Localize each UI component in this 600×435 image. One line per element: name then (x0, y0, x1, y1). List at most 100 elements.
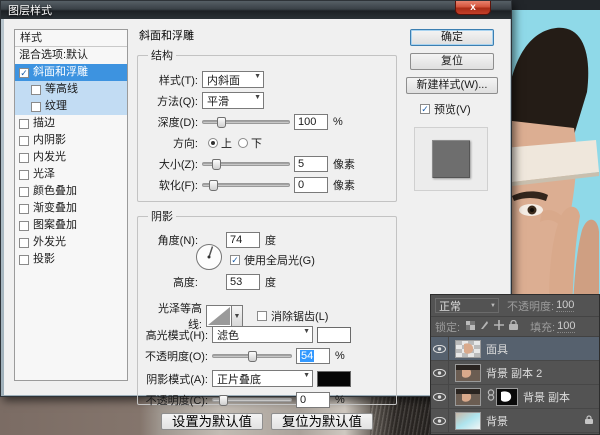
sidebar-item-pattern-overlay[interactable]: 图案叠加 (15, 217, 127, 234)
lock-position-icon[interactable] (494, 320, 504, 333)
angle-label: 角度(N): (144, 232, 202, 248)
size-slider-thumb[interactable] (212, 159, 221, 170)
pane-title: 斜面和浮雕 (139, 27, 397, 43)
checkbox-icon[interactable] (19, 136, 29, 146)
reset-button[interactable]: 复位 (410, 53, 494, 70)
sidebar-item-stroke[interactable]: 描边 (15, 115, 127, 132)
checkbox-icon[interactable] (19, 170, 29, 180)
screen: 图层样式 x 样式 混合选项:默认 ✓斜面和浮雕 等高线 纹理 描边 内阴影 内… (0, 0, 600, 435)
direction-up-radio[interactable] (208, 138, 218, 148)
sidebar-item-gradient-overlay[interactable]: 渐变叠加 (15, 200, 127, 217)
fill-value[interactable]: 100 (557, 320, 575, 333)
layer-name[interactable]: 面具 (486, 341, 508, 357)
layer-row-background[interactable]: 背景 (431, 409, 599, 433)
visibility-eye-icon[interactable] (431, 361, 449, 385)
shadow-opacity-slider[interactable] (212, 394, 292, 406)
set-default-button[interactable]: 设置为默认值 (161, 413, 263, 430)
lock-transparency-icon[interactable] (466, 321, 475, 333)
highlight-opacity-input[interactable]: 54 (296, 348, 330, 364)
sidebar-item-drop-shadow[interactable]: 投影 (15, 251, 127, 268)
angle-dial[interactable] (196, 244, 222, 270)
checkbox-icon[interactable] (19, 187, 29, 197)
checkbox-icon[interactable] (19, 238, 29, 248)
depth-slider-thumb[interactable] (217, 117, 226, 128)
dialog-titlebar[interactable]: 图层样式 (1, 1, 511, 19)
visibility-eye-icon[interactable] (431, 385, 449, 409)
layer-name[interactable]: 背景 副本 2 (486, 365, 542, 381)
antialias-checkbox[interactable] (257, 311, 267, 321)
layer-name[interactable]: 背景 (486, 413, 508, 429)
size-slider[interactable] (202, 158, 290, 170)
checkbox-icon[interactable] (31, 85, 41, 95)
checkbox-icon[interactable] (19, 255, 29, 265)
checkbox-icon[interactable] (31, 102, 41, 112)
close-button[interactable]: x (455, 1, 491, 15)
layer-thumbnail[interactable] (455, 364, 481, 382)
gloss-contour-picker[interactable] (206, 305, 232, 327)
bevel-emboss-pane: 斜面和浮雕 结构 样式(T): 内斜面▼ 方法(Q): 平滑▼ 深度(D): 1 (137, 25, 397, 385)
layer-mask-link-icon[interactable] (487, 389, 495, 404)
shading-legend: 阴影 (148, 208, 176, 224)
structure-group: 结构 样式(T): 内斜面▼ 方法(Q): 平滑▼ 深度(D): 100 % (137, 47, 397, 202)
depth-unit: % (328, 116, 343, 128)
layer-name[interactable]: 背景 副本 (523, 389, 570, 405)
sidebar-item-texture[interactable]: 纹理 (15, 98, 127, 115)
checkbox-icon[interactable] (19, 153, 29, 163)
checkbox-icon[interactable]: ✓ (19, 68, 29, 78)
new-style-button[interactable]: 新建样式(W)... (406, 77, 498, 94)
blend-mode-select[interactable]: 正常▼ (435, 298, 499, 313)
sidebar-item-blending-options[interactable]: 混合选项:默认 (15, 47, 127, 64)
direction-down-label: 下 (251, 135, 262, 151)
depth-slider[interactable] (202, 116, 290, 128)
chevron-down-icon: ▼ (254, 94, 261, 101)
layer-thumbnail[interactable] (455, 340, 481, 358)
lock-all-icon[interactable] (509, 320, 518, 333)
shadow-opacity-thumb[interactable] (219, 395, 228, 406)
checkbox-icon[interactable] (19, 204, 29, 214)
layer-thumbnail[interactable] (455, 412, 481, 430)
ok-button[interactable]: 确定 (410, 29, 494, 46)
angle-input[interactable]: 74 (226, 232, 260, 248)
sidebar-item-bevel-emboss[interactable]: ✓斜面和浮雕 (15, 64, 127, 81)
highlight-opacity-thumb[interactable] (248, 351, 257, 362)
sidebar-item-contour[interactable]: 等高线 (15, 81, 127, 98)
layers-panel: 正常▼ 不透明度: 100 锁定: 填充: 100 面具 背景 副本 2 (430, 294, 600, 435)
shadow-color-swatch[interactable] (317, 371, 351, 387)
altitude-input[interactable]: 53 (226, 274, 260, 290)
highlight-color-swatch[interactable] (317, 327, 351, 343)
shadow-mode-select[interactable]: 正片叠底▼ (212, 370, 313, 387)
lock-label: 锁定: (435, 319, 460, 335)
visibility-eye-icon[interactable] (431, 337, 449, 361)
direction-down-radio[interactable] (238, 138, 248, 148)
sidebar-item-satin[interactable]: 光泽 (15, 166, 127, 183)
highlight-mode-select[interactable]: 滤色▼ (212, 326, 313, 343)
global-light-checkbox[interactable]: ✓ (230, 255, 240, 265)
gloss-contour-arrow[interactable]: ▼ (232, 305, 243, 327)
preview-checkbox[interactable]: ✓ (420, 104, 430, 114)
shadow-opacity-input[interactable]: 0 (296, 392, 330, 408)
sidebar-item-inner-shadow[interactable]: 内阴影 (15, 132, 127, 149)
checkbox-icon[interactable] (19, 221, 29, 231)
soften-slider[interactable] (202, 179, 290, 191)
reset-default-button[interactable]: 复位为默认值 (271, 413, 373, 430)
highlight-opacity-slider[interactable] (212, 350, 292, 362)
style-select[interactable]: 内斜面▼ (202, 71, 264, 88)
soften-input[interactable]: 0 (294, 177, 328, 193)
soften-slider-thumb[interactable] (209, 180, 218, 191)
layer-row-bg-copy-2[interactable]: 背景 副本 2 (431, 361, 599, 385)
depth-input[interactable]: 100 (294, 114, 328, 130)
technique-select[interactable]: 平滑▼ (202, 92, 264, 109)
sidebar-header: 样式 (15, 30, 127, 47)
layer-thumbnail[interactable] (455, 388, 481, 406)
visibility-eye-icon[interactable] (431, 409, 449, 433)
sidebar-item-color-overlay[interactable]: 颜色叠加 (15, 183, 127, 200)
sidebar-item-outer-glow[interactable]: 外发光 (15, 234, 127, 251)
sidebar-item-inner-glow[interactable]: 内发光 (15, 149, 127, 166)
layer-row-mask[interactable]: 面具 (431, 337, 599, 361)
lock-pixels-icon[interactable] (480, 320, 489, 333)
checkbox-icon[interactable] (19, 119, 29, 129)
layer-mask-thumbnail[interactable] (496, 388, 518, 406)
size-input[interactable]: 5 (294, 156, 328, 172)
layer-row-bg-copy[interactable]: 背景 副本 (431, 385, 599, 409)
opacity-value[interactable]: 100 (556, 299, 574, 312)
